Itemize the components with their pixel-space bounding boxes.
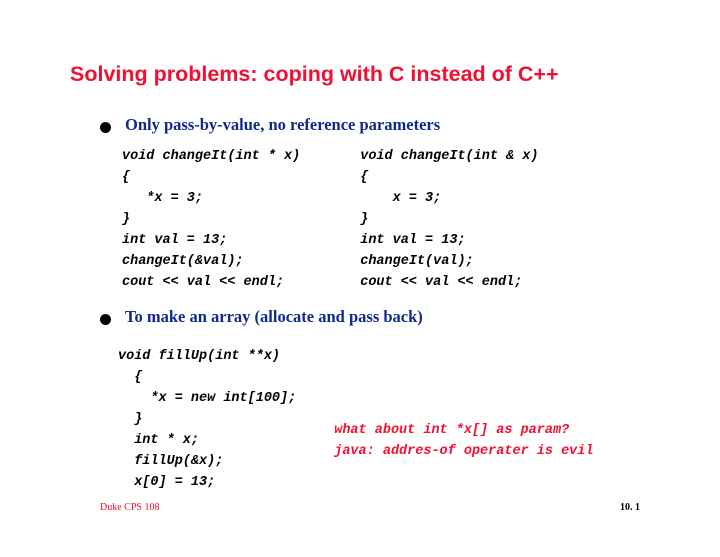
code-note-1: what about int *x[] as param? [334, 423, 569, 438]
code-annotation: what about int *x[] as param? java: addr… [334, 337, 593, 493]
bullet-item: Only pass-by-value, no reference paramet… [100, 115, 650, 135]
code-columns: void changeIt(int * x) { *x = 3; } int v… [122, 147, 650, 293]
bullet-icon [100, 122, 111, 133]
bullet-item: To make an array (allocate and pass back… [100, 307, 650, 327]
bullet-text: To make an array (allocate and pass back… [125, 307, 423, 327]
slide-title: Solving problems: coping with C instead … [70, 62, 650, 87]
code-main: void fillUp(int **x) { *x = new int[100]… [118, 347, 296, 493]
code-right: void changeIt(int & x) { x = 3; } int va… [360, 147, 538, 293]
code-left: void changeIt(int * x) { *x = 3; } int v… [122, 147, 300, 293]
footer-right: 10. 1 [620, 502, 640, 513]
footer-left: Duke CPS 108 [100, 502, 159, 513]
bullet-text: Only pass-by-value, no reference paramet… [125, 115, 440, 135]
code-block-1: void changeIt(int * x) { *x = 3; } int v… [122, 147, 650, 293]
slide: Solving problems: coping with C instead … [0, 0, 720, 494]
code-note-2: java: addres-of operater is evil [334, 444, 593, 459]
bullet-icon [100, 314, 111, 325]
footer: Duke CPS 108 10. 1 [100, 502, 640, 513]
code-block-2: void fillUp(int **x) { *x = new int[100]… [70, 337, 650, 493]
